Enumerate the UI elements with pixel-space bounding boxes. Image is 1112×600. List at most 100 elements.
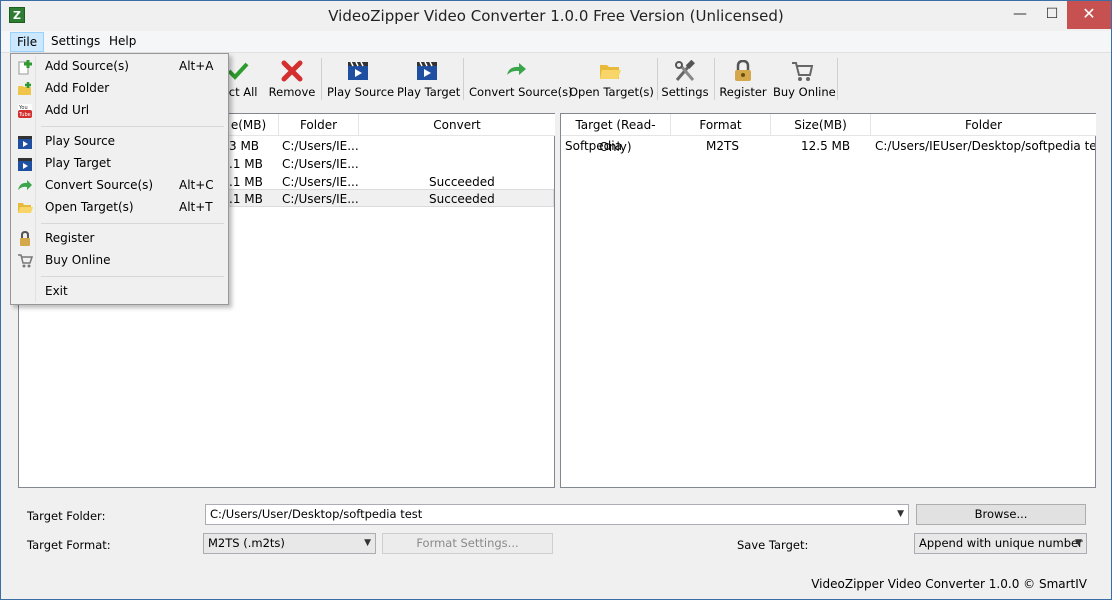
youtube-icon: You Tube: [17, 103, 33, 119]
menu-separator: [41, 223, 224, 224]
menu-item-label: Register: [45, 231, 95, 245]
table-cell-folder: C:/Users/IE...: [282, 192, 358, 206]
target-format-label: Target Format:: [27, 538, 111, 552]
menu-item-buy-online[interactable]: Buy Online: [13, 250, 226, 272]
menu-item-add-folder[interactable]: Add Folder: [13, 78, 226, 100]
menu-item-label: Convert Source(s): [45, 178, 154, 192]
minimize-button[interactable]: —: [1005, 1, 1035, 29]
window-title: VideoZipper Video Converter 1.0.0 Free V…: [328, 7, 784, 25]
play-source-button[interactable]: Play Source: [327, 56, 394, 102]
target-format-select[interactable]: M2TS (.m2ts) ▼: [203, 533, 376, 554]
svg-text:Tube: Tube: [18, 112, 31, 118]
target-format-value: M2TS (.m2ts): [208, 536, 285, 550]
maximize-button[interactable]: ☐: [1037, 1, 1067, 29]
format-settings-button[interactable]: Format Settings...: [382, 533, 553, 554]
table-cell-folder: C:/Users/IE...: [282, 175, 358, 189]
play-target-label: Play Target: [397, 85, 461, 99]
column-header-folder[interactable]: Folder: [871, 114, 1096, 136]
status-text: VideoZipper Video Converter 1.0.0 © Smar…: [811, 577, 1087, 591]
tools-icon: [673, 59, 697, 82]
menu-item-add-source[interactable]: Add Source(s) Alt+A: [13, 56, 226, 78]
menu-bar: File Settings Help: [1, 31, 1111, 53]
table-cell-convert: Succeeded: [429, 175, 495, 189]
column-header-convert[interactable]: Convert: [359, 114, 555, 136]
menu-item-open-target[interactable]: Open Target(s) Alt+T: [13, 197, 226, 219]
convert-source-label: Convert Source(s): [469, 85, 573, 99]
menu-item-label: Add Source(s): [45, 59, 129, 73]
settings-button[interactable]: Settings: [661, 56, 709, 102]
chevron-down-icon: ▼: [897, 509, 904, 519]
toolbar-separator: [837, 58, 838, 100]
chevron-down-icon: ▼: [1075, 538, 1082, 548]
menu-item-label: Add Folder: [45, 81, 110, 95]
table-cell-convert: [429, 137, 529, 155]
folder-open-icon: [17, 200, 33, 216]
chevron-down-icon: ▼: [364, 538, 371, 548]
toolbar-separator: [463, 58, 464, 100]
table-cell-convert: [429, 155, 529, 173]
column-header-format[interactable]: Format: [671, 114, 771, 136]
settings-label: Settings: [661, 85, 709, 99]
table-cell-folder: C:/Users/IEUser/Desktop/softpedia test: [875, 139, 1095, 153]
table-cell-size: 3 MB: [229, 139, 260, 153]
column-header-size[interactable]: Size(MB): [771, 114, 871, 136]
add-folder-icon: [17, 81, 33, 97]
film-clapper-icon: [346, 60, 370, 82]
menu-item-label: Exit: [45, 284, 68, 298]
film-clapper-icon: [17, 156, 33, 172]
table-cell-size: .1 MB: [229, 157, 263, 171]
buy-online-button[interactable]: Buy Online: [773, 56, 836, 102]
status-bar: VideoZipper Video Converter 1.0.0 © Smar…: [1, 573, 1111, 600]
target-folder-combo[interactable]: C:/Users/User/Desktop/softpedia test ▼: [205, 504, 909, 525]
lock-icon: [731, 59, 755, 82]
toolbar-separator: [714, 58, 715, 100]
table-cell-size: 12.5 MB: [801, 139, 851, 153]
save-target-value: Append with unique number: [919, 536, 1083, 550]
checkmark-icon: [226, 60, 250, 82]
menu-help[interactable]: Help: [103, 32, 142, 52]
menu-file[interactable]: File: [10, 32, 45, 52]
convert-source-button[interactable]: Convert Source(s): [469, 56, 573, 102]
menu-item-shortcut: Alt+C: [179, 178, 214, 192]
save-target-label: Save Target:: [737, 538, 809, 552]
menu-item-label: Play Target: [45, 156, 111, 170]
red-x-icon: [280, 60, 304, 82]
folder-open-icon: [598, 60, 622, 82]
film-clapper-icon: [415, 60, 439, 82]
save-target-select[interactable]: Append with unique number ▼: [914, 533, 1087, 554]
menu-item-shortcut: Alt+A: [179, 59, 214, 73]
open-target-button[interactable]: Open Target(s): [569, 56, 654, 102]
close-button[interactable]: ✕: [1067, 1, 1111, 29]
menu-item-register[interactable]: Register: [13, 228, 226, 250]
target-folder-value: C:/Users/User/Desktop/softpedia test: [210, 507, 423, 521]
lock-icon: [17, 230, 33, 247]
menu-item-add-url[interactable]: You Tube Add Url: [13, 100, 226, 122]
column-header-folder[interactable]: Folder: [279, 114, 359, 136]
green-arrow-icon: [504, 60, 528, 82]
menu-item-play-target[interactable]: Play Target: [13, 153, 226, 175]
column-header-target[interactable]: Target (Read-Only): [561, 114, 671, 154]
cart-icon: [17, 253, 34, 269]
menu-item-label: Play Source: [45, 134, 116, 148]
menu-item-play-source[interactable]: Play Source: [13, 131, 226, 153]
table-cell-size: .1 MB: [229, 192, 263, 206]
open-target-label: Open Target(s): [569, 85, 654, 99]
toolbar-separator: [657, 58, 658, 100]
menu-settings[interactable]: Settings: [45, 32, 106, 52]
menu-item-label: Add Url: [45, 103, 90, 117]
table-cell-target: Softpedia: [565, 139, 622, 153]
play-target-button[interactable]: Play Target: [397, 56, 461, 102]
menu-item-shortcut: Alt+T: [179, 200, 213, 214]
menu-item-label: Buy Online: [45, 253, 111, 267]
menu-item-convert-source[interactable]: Convert Source(s) Alt+C: [13, 175, 226, 197]
target-list[interactable]: Target (Read-Only) Format Size(MB) Folde…: [560, 113, 1096, 488]
menu-separator: [41, 126, 224, 127]
remove-button[interactable]: Remove: [267, 56, 317, 102]
browse-button[interactable]: Browse...: [916, 504, 1086, 525]
table-cell-size: .1 MB: [229, 175, 263, 189]
register-button[interactable]: Register: [719, 56, 767, 102]
green-arrow-icon: [17, 178, 33, 194]
menu-item-exit[interactable]: Exit: [13, 281, 226, 303]
target-folder-label: Target Folder:: [27, 509, 106, 523]
menu-separator: [41, 276, 224, 277]
